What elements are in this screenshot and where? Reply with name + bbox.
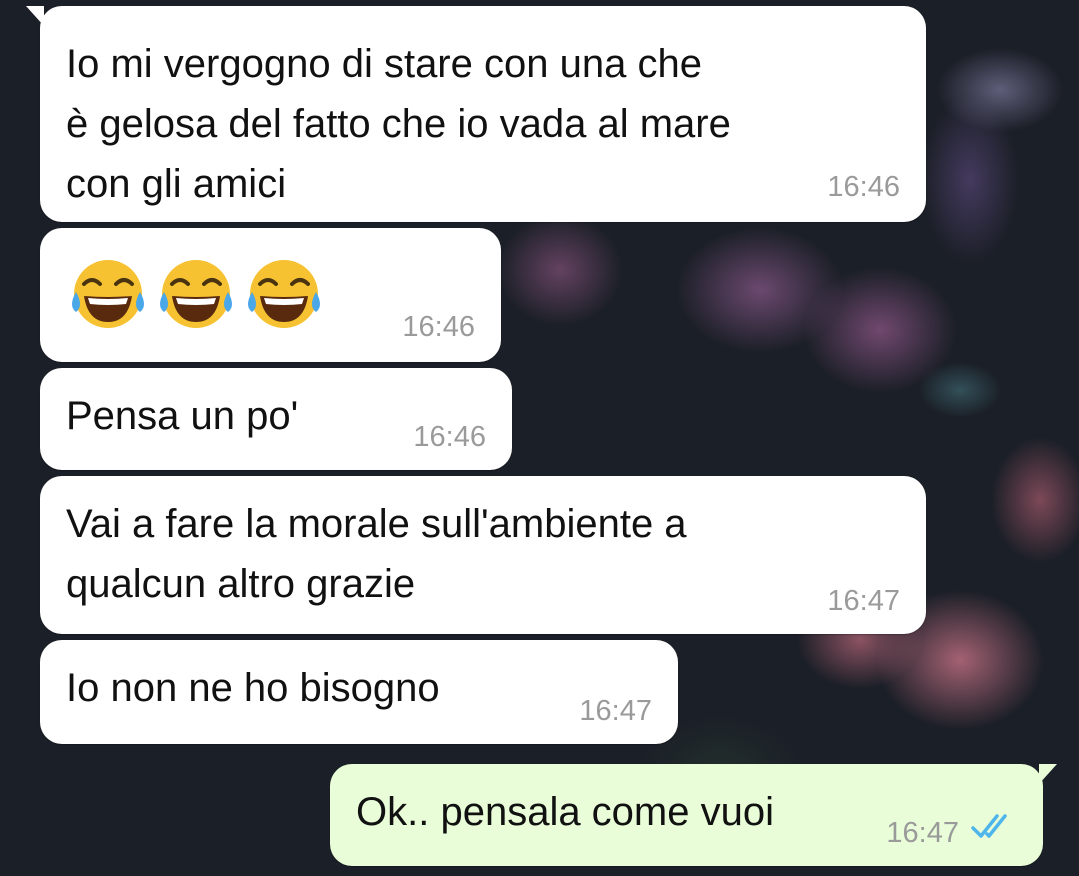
double-check-read-icon — [971, 814, 1007, 838]
bubble-tail — [26, 6, 44, 26]
message-text: Ok.. pensala come vuoi — [356, 790, 774, 834]
message-time: 16:46 — [402, 311, 475, 343]
outgoing-message[interactable]: Ok.. pensala come vuoi 16:47 — [330, 764, 1057, 866]
message-time: 16:47 — [827, 585, 900, 617]
laughing-with-tears-emoji-icon — [248, 260, 320, 328]
message-time: 16:47 — [886, 817, 959, 849]
incoming-message[interactable]: Io mi vergogno di stare con una che è ge… — [26, 6, 926, 222]
incoming-message[interactable]: Pensa un po' 16:46 — [40, 368, 512, 470]
incoming-message[interactable]: Io non ne ho bisogno 16:47 — [40, 640, 678, 744]
message-text: Pensa un po' — [66, 394, 299, 438]
emoji-row — [66, 252, 326, 336]
laughing-with-tears-emoji-icon — [72, 260, 144, 328]
incoming-message[interactable]: Vai a fare la morale sull'ambiente a qua… — [40, 476, 926, 634]
message-time: 16:47 — [579, 695, 652, 727]
message-time: 16:46 — [827, 171, 900, 203]
message-text: Io mi vergogno di stare con una che è ge… — [66, 42, 731, 206]
incoming-message[interactable]: 16:46 — [40, 228, 501, 362]
message-time: 16:46 — [413, 421, 486, 453]
bubble-tail — [1039, 764, 1057, 784]
laughing-with-tears-emoji-icon — [160, 260, 232, 328]
message-text: Io non ne ho bisogno — [66, 666, 440, 710]
message-text: Vai a fare la morale sull'ambiente a qua… — [66, 502, 687, 606]
